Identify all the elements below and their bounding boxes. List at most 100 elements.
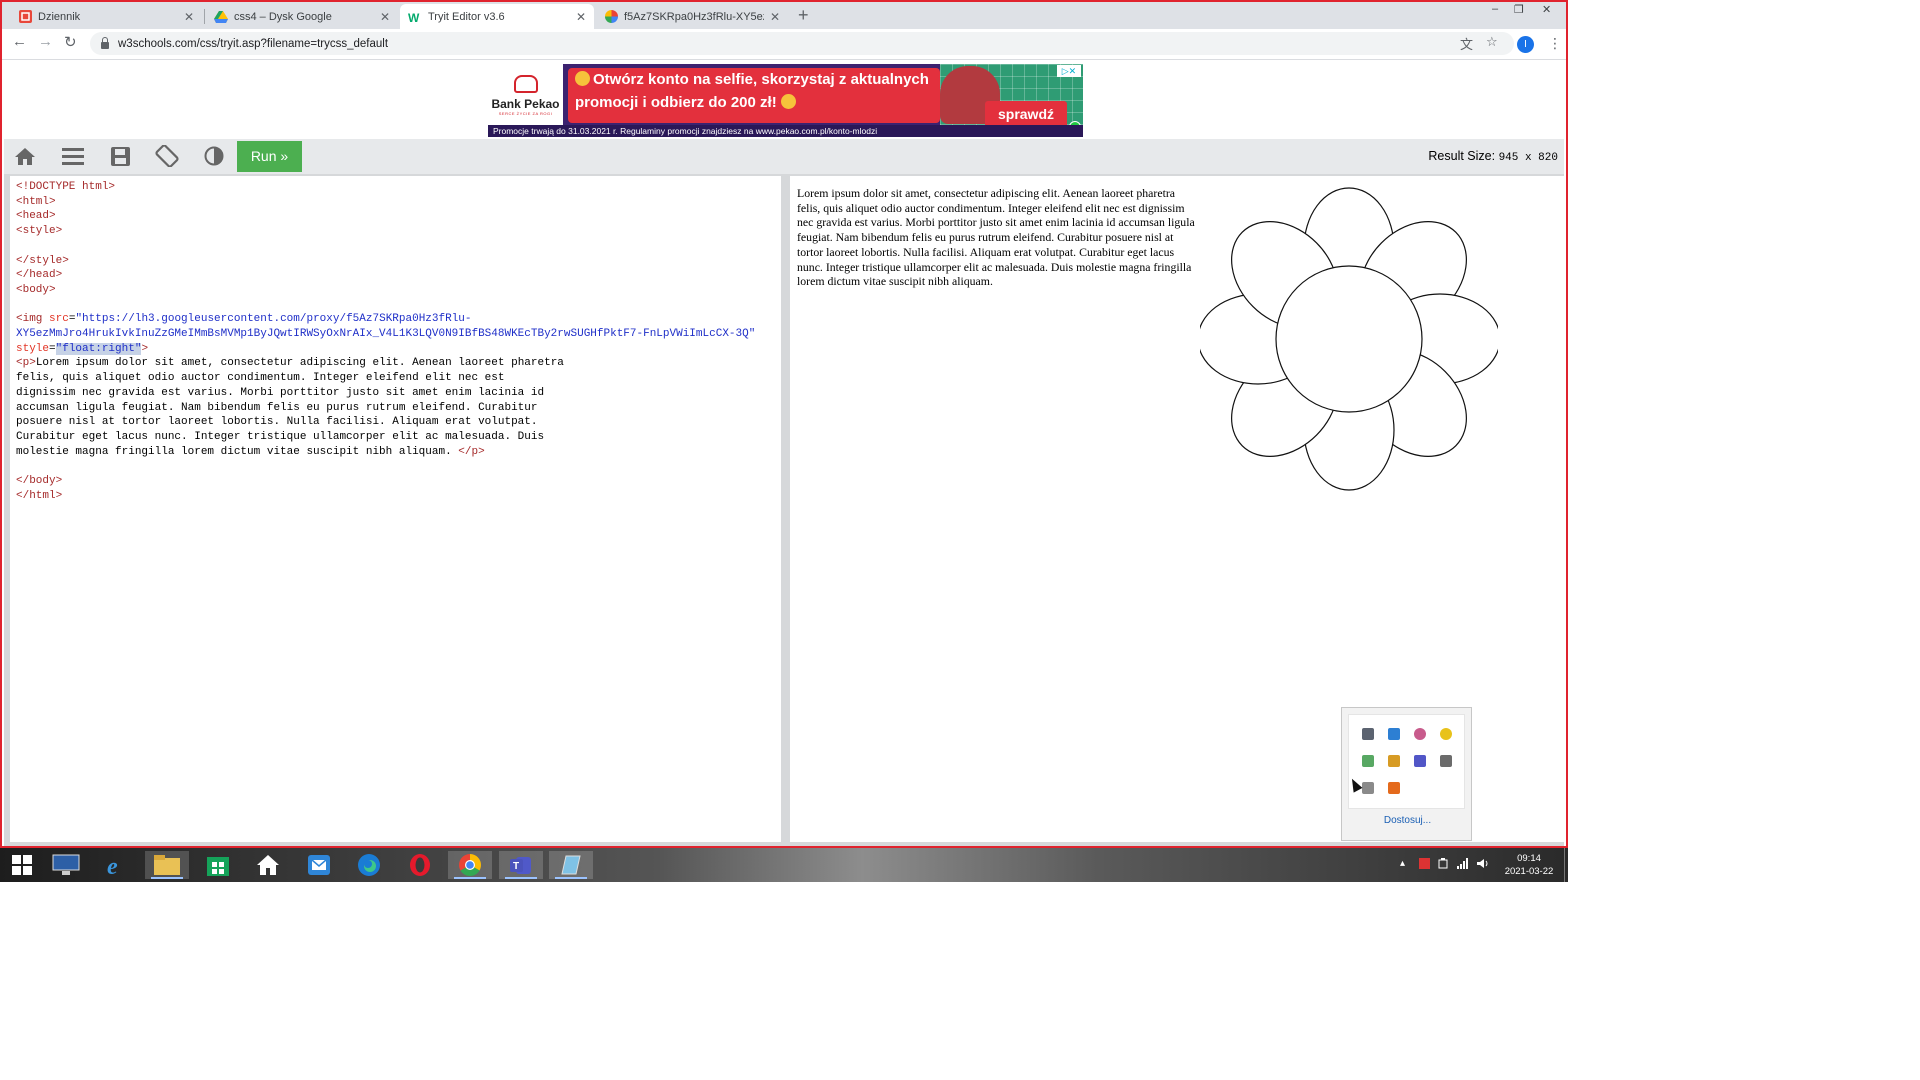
opera-icon[interactable]	[398, 851, 442, 879]
bison-icon	[513, 74, 538, 93]
code-text: Curabitur eget lacus nunc. Integer trist…	[16, 430, 545, 443]
sync-status-icon[interactable]	[1419, 858, 1430, 872]
battery-icon[interactable]	[1438, 858, 1449, 872]
menu-icon[interactable]	[61, 146, 85, 166]
image-icon	[604, 10, 618, 24]
code-line: </body>	[16, 475, 63, 488]
save-icon[interactable]	[108, 146, 132, 166]
lenovo-icon[interactable]	[44, 851, 88, 879]
img-tag-open: <img	[16, 313, 50, 326]
attr-value: XY5ezMmJro4HrukIvkInuZzGMeIMmBsMVMp1ByJQ…	[16, 328, 756, 341]
tryit-toolbar: Run » Result Size: 945 x 820	[4, 139, 1564, 174]
run-button[interactable]: Run »	[237, 141, 302, 172]
new-tab-button[interactable]: +	[798, 5, 809, 26]
code-line: </head>	[16, 269, 63, 282]
profile-avatar[interactable]: I	[1517, 36, 1534, 53]
tab-label: css4 – Dysk Google	[234, 10, 332, 23]
w3schools-icon: W	[408, 10, 422, 24]
customize-link[interactable]: Dostosuj...	[1342, 815, 1473, 826]
translate-icon[interactable]: 文	[1460, 34, 1473, 53]
url-text: w3schools.com/css/tryit.asp?filename=try…	[118, 37, 389, 50]
code-text: accumsan ligula feugiat. Nam bibendum fe…	[16, 401, 538, 414]
result-size: Result Size: 945 x 820	[1428, 149, 1558, 164]
ad-banner[interactable]: Bank Pekao SERCE ŻYCIE ZA ROGI Otwórz ko…	[488, 64, 1083, 137]
forward-icon[interactable]: →	[38, 33, 53, 50]
bank-pekao-logo: Bank Pekao SERCE ŻYCIE ZA ROGI	[488, 64, 563, 126]
code-line: <!DOCTYPE html>	[16, 181, 116, 193]
address-bar[interactable]: w3schools.com/css/tryit.asp?filename=try…	[90, 32, 1514, 55]
home-icon[interactable]	[13, 146, 37, 166]
close-tab-icon[interactable]: ✕	[576, 10, 586, 24]
ad-cta-button[interactable]: sprawdź	[985, 101, 1067, 128]
close-tab-icon[interactable]: ✕	[184, 10, 194, 24]
tab-strip: Dziennik ✕ css4 – Dysk Google ✕ W Tryit …	[2, 2, 1566, 29]
ad-headline-line1: Otwórz konto na selfie, skorzystaj z akt…	[575, 71, 929, 88]
clock-time: 09:14	[1517, 853, 1541, 864]
volume-icon[interactable]	[1477, 858, 1489, 872]
reload-icon[interactable]: ↻	[64, 33, 77, 51]
teams-icon[interactable]: T	[499, 851, 543, 879]
app-tray-icon[interactable]	[1388, 782, 1400, 794]
rotate-icon[interactable]	[155, 145, 179, 167]
attr-value: "https://lh3.googleusercontent.com/proxy…	[75, 313, 472, 326]
show-hidden-icons-icon[interactable]: ▴	[1400, 858, 1405, 869]
clock-date: 2021-03-22	[1504, 866, 1554, 877]
network-icon[interactable]	[1457, 858, 1469, 872]
edge-icon[interactable]	[347, 851, 391, 879]
security-check-icon[interactable]	[1362, 755, 1374, 767]
internet-explorer-icon[interactable]: e	[95, 851, 139, 879]
close-tab-icon[interactable]: ✕	[770, 10, 780, 24]
usb-drive-icon[interactable]	[1440, 755, 1452, 767]
network-adapter-icon[interactable]	[1362, 728, 1374, 740]
svg-text:T: T	[513, 861, 519, 872]
store-icon[interactable]	[196, 851, 240, 879]
browser-toolbar: ← → ↻ w3schools.com/css/tryit.asp?filena…	[2, 29, 1566, 60]
tab-separator	[204, 9, 205, 24]
code-line: <style>	[16, 225, 63, 238]
taskbar: e T ▴ 09:14 2021-03-22	[0, 848, 1568, 882]
tab-tryit-editor[interactable]: W Tryit Editor v3.6 ✕	[400, 4, 594, 29]
close-tab-icon[interactable]: ✕	[380, 10, 390, 24]
minimize-icon[interactable]: –	[1492, 3, 1498, 15]
code-text: molestie magna fringilla lorem dictum vi…	[16, 445, 459, 458]
chrome-icon[interactable]	[448, 851, 492, 879]
system-clock[interactable]: 09:14 2021-03-22	[1496, 852, 1562, 878]
code-line: </html>	[16, 489, 63, 502]
tab-label: Tryit Editor v3.6	[428, 10, 505, 23]
notepad-icon[interactable]	[549, 851, 593, 879]
restore-icon[interactable]: ❐	[1514, 3, 1524, 16]
bluetooth-icon[interactable]	[1414, 728, 1426, 740]
printer-icon[interactable]	[1362, 782, 1374, 794]
tab-image[interactable]: f5Az7SKRpa0Hz3fRlu-XY5ezMm... ✕	[596, 4, 788, 29]
window-close-icon[interactable]: ✕	[1542, 3, 1551, 16]
code-editor[interactable]: <!DOCTYPE html> <html> <head> <style> </…	[10, 176, 781, 842]
tray-icons-area	[1348, 714, 1465, 809]
package-icon[interactable]	[1388, 755, 1400, 767]
display-settings-icon[interactable]	[1388, 728, 1400, 740]
code-line: <body>	[16, 283, 56, 296]
update-icon[interactable]	[1440, 728, 1452, 740]
tab-label: Dziennik	[38, 10, 81, 23]
svg-text:W: W	[408, 11, 420, 23]
attr-name: src	[49, 313, 69, 326]
ad-choices-icon[interactable]: ▷✕	[1057, 65, 1081, 77]
back-icon[interactable]: ←	[12, 33, 27, 50]
file-explorer-icon[interactable]	[145, 851, 189, 879]
tab-dysk-google[interactable]: css4 – Dysk Google ✕	[206, 4, 398, 29]
contrast-icon[interactable]	[202, 146, 226, 166]
google-drive-icon	[214, 10, 228, 24]
show-desktop-button[interactable]	[1564, 848, 1569, 882]
home-icon[interactable]	[246, 851, 290, 879]
tab-dziennik[interactable]: Dziennik ✕	[10, 4, 202, 29]
code-text: Lorem ipsum dolor sit amet, consectetur …	[35, 357, 564, 370]
code-line: <head>	[16, 210, 56, 223]
teams-tray-icon[interactable]	[1414, 755, 1426, 767]
bookmark-star-icon[interactable]: ☆	[1486, 34, 1498, 50]
tab-label: f5Az7SKRpa0Hz3fRlu-XY5ezMm...	[624, 10, 764, 23]
mail-icon[interactable]	[297, 851, 341, 879]
start-button[interactable]	[0, 851, 44, 879]
code-text: dignissim nec gravida est varius. Morbi …	[16, 386, 545, 399]
lock-icon	[101, 37, 109, 49]
p-tag-close: </p>	[458, 445, 485, 458]
browser-menu-icon[interactable]: ⋮	[1548, 35, 1562, 52]
